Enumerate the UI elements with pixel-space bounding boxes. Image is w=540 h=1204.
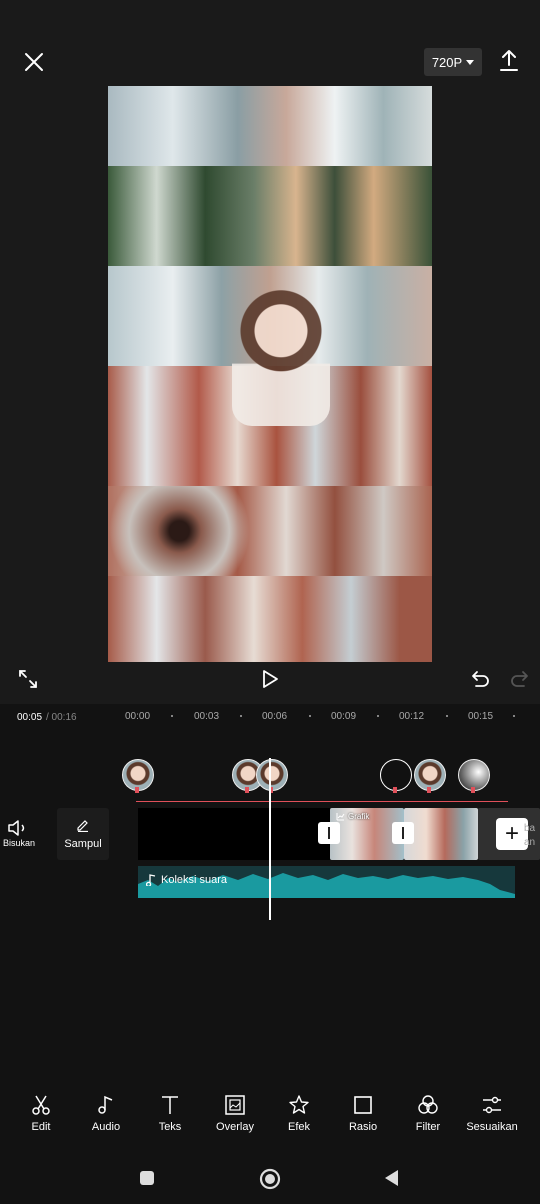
playhead[interactable] (269, 758, 271, 920)
tick-dot (240, 715, 242, 717)
overlay-icon (225, 1095, 245, 1115)
play-icon[interactable] (260, 668, 280, 690)
home-icon[interactable] (259, 1168, 281, 1190)
music-note-icon (98, 1095, 113, 1114)
back-icon[interactable] (383, 1169, 401, 1187)
keyframe-marker[interactable] (256, 759, 288, 793)
tick-label: 00:03 (194, 711, 220, 722)
caret-down-icon (466, 59, 475, 65)
tick-label: 00:06 (262, 711, 288, 722)
current-time: 00:05 (17, 712, 43, 723)
resolution-dropdown[interactable]: 720P (424, 48, 482, 76)
export-icon[interactable] (497, 48, 521, 74)
tick-label: 00:15 (468, 711, 494, 722)
marker-line (136, 801, 508, 802)
tick-dot (513, 715, 515, 717)
system-navbar (0, 1150, 540, 1204)
preview-area (0, 86, 540, 704)
tick-dot (171, 715, 173, 717)
keyframe-marker[interactable] (414, 759, 446, 793)
audio-track[interactable]: Koleksi suara (138, 866, 515, 898)
filter-circles-icon (418, 1095, 438, 1114)
keyframe-marker[interactable] (122, 759, 154, 793)
transition-button[interactable] (392, 822, 414, 844)
bottom-toolbar: Edit Audio Teks Overlay Efek Rasio Filte… (0, 1090, 540, 1142)
mute-label: Bisukan (3, 838, 36, 848)
tick-dot (309, 715, 311, 717)
time-ruler: 00:05 / 00:16 00:00 00:03 00:06 00:09 00… (0, 704, 540, 730)
side-text: ba an (524, 823, 536, 848)
close-icon[interactable] (20, 48, 48, 76)
sparkle-star-icon (289, 1095, 309, 1114)
scissors-icon (32, 1095, 50, 1115)
sliders-icon (483, 1096, 501, 1114)
redo-icon[interactable] (508, 668, 530, 690)
keyframe-marker[interactable] (380, 759, 412, 793)
video-band (108, 86, 432, 166)
tool-overlay[interactable]: Overlay (205, 1090, 265, 1142)
video-band (108, 576, 432, 662)
person-figure (232, 286, 330, 426)
tick-dot (377, 715, 379, 717)
text-icon (162, 1096, 178, 1114)
tick-label: 00:00 (125, 711, 151, 722)
video-track-blank[interactable] (138, 808, 330, 860)
music-note-icon (146, 874, 156, 886)
timeline[interactable]: Bisukan Sampul Grafik + ba an Koleksi su… (0, 730, 540, 930)
tool-effects[interactable]: Efek (269, 1090, 329, 1142)
square-icon (354, 1096, 372, 1114)
total-time: / 00:16 (46, 712, 77, 723)
video-band (108, 166, 432, 266)
top-bar: 720P (0, 0, 540, 86)
tool-ratio[interactable]: Rasio (333, 1090, 393, 1142)
tool-filter[interactable]: Filter (398, 1090, 458, 1142)
tool-text[interactable]: Teks (140, 1090, 200, 1142)
undo-icon[interactable] (470, 668, 492, 690)
tool-audio[interactable]: Audio (76, 1090, 136, 1142)
transition-button[interactable] (318, 822, 340, 844)
fullscreen-icon[interactable] (18, 669, 38, 689)
tool-edit[interactable]: Edit (11, 1090, 71, 1142)
cover-label: Sampul (64, 838, 102, 850)
video-band (108, 486, 432, 576)
tick-label: 00:09 (331, 711, 357, 722)
recents-icon[interactable] (139, 1170, 155, 1186)
keyframe-marker[interactable] (458, 759, 490, 793)
tick-label: 00:12 (399, 711, 425, 722)
pencil-icon (76, 818, 90, 833)
video-clip[interactable] (404, 808, 478, 860)
clip-label: Grafik (336, 812, 369, 821)
tick-dot (446, 715, 448, 717)
resolution-label: 720P (431, 54, 463, 70)
cover-button[interactable]: Sampul (57, 808, 109, 860)
audio-label: Koleksi suara (146, 874, 227, 886)
video-preview[interactable] (108, 86, 432, 662)
tool-adjust[interactable]: Sesuaikan (462, 1090, 522, 1142)
chart-icon (336, 813, 345, 821)
